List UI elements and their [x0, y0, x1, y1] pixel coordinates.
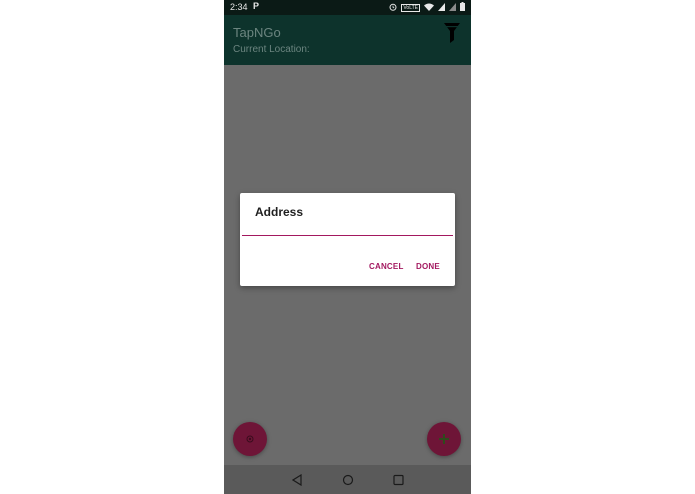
add-icon — [427, 422, 461, 456]
alarm-icon — [389, 3, 397, 13]
phone-screen: 2:34 P VoLTE TapNGo Current Location: Ad… — [224, 0, 471, 494]
wifi-icon — [424, 3, 434, 13]
navigation-bar — [224, 465, 471, 494]
my-location-button[interactable] — [233, 422, 267, 456]
app-toolbar: TapNGo Current Location: — [224, 15, 471, 65]
status-icons: VoLTE — [389, 2, 465, 13]
recents-icon[interactable] — [393, 473, 404, 491]
address-dialog: Address CANCEL DONE — [240, 193, 455, 286]
status-bar: 2:34 P VoLTE — [224, 0, 471, 15]
volte-badge: VoLTE — [401, 3, 420, 12]
current-location-label: Current Location: — [233, 44, 310, 55]
home-icon[interactable] — [342, 473, 354, 491]
back-icon[interactable] — [291, 473, 302, 491]
filter-funnel-icon[interactable] — [444, 23, 460, 48]
done-button[interactable]: DONE — [416, 262, 440, 271]
cancel-button[interactable]: CANCEL — [369, 262, 404, 271]
dialog-title: Address — [255, 205, 304, 219]
signal-icon — [449, 2, 456, 13]
status-time: 2:34 — [230, 2, 248, 12]
location-target-icon — [233, 422, 267, 456]
app-title: TapNGo — [233, 25, 281, 40]
signal-icon — [438, 2, 445, 13]
parking-notification-icon: P — [253, 1, 260, 11]
address-input[interactable] — [242, 223, 453, 236]
battery-icon — [460, 2, 465, 13]
add-button[interactable] — [427, 422, 461, 456]
